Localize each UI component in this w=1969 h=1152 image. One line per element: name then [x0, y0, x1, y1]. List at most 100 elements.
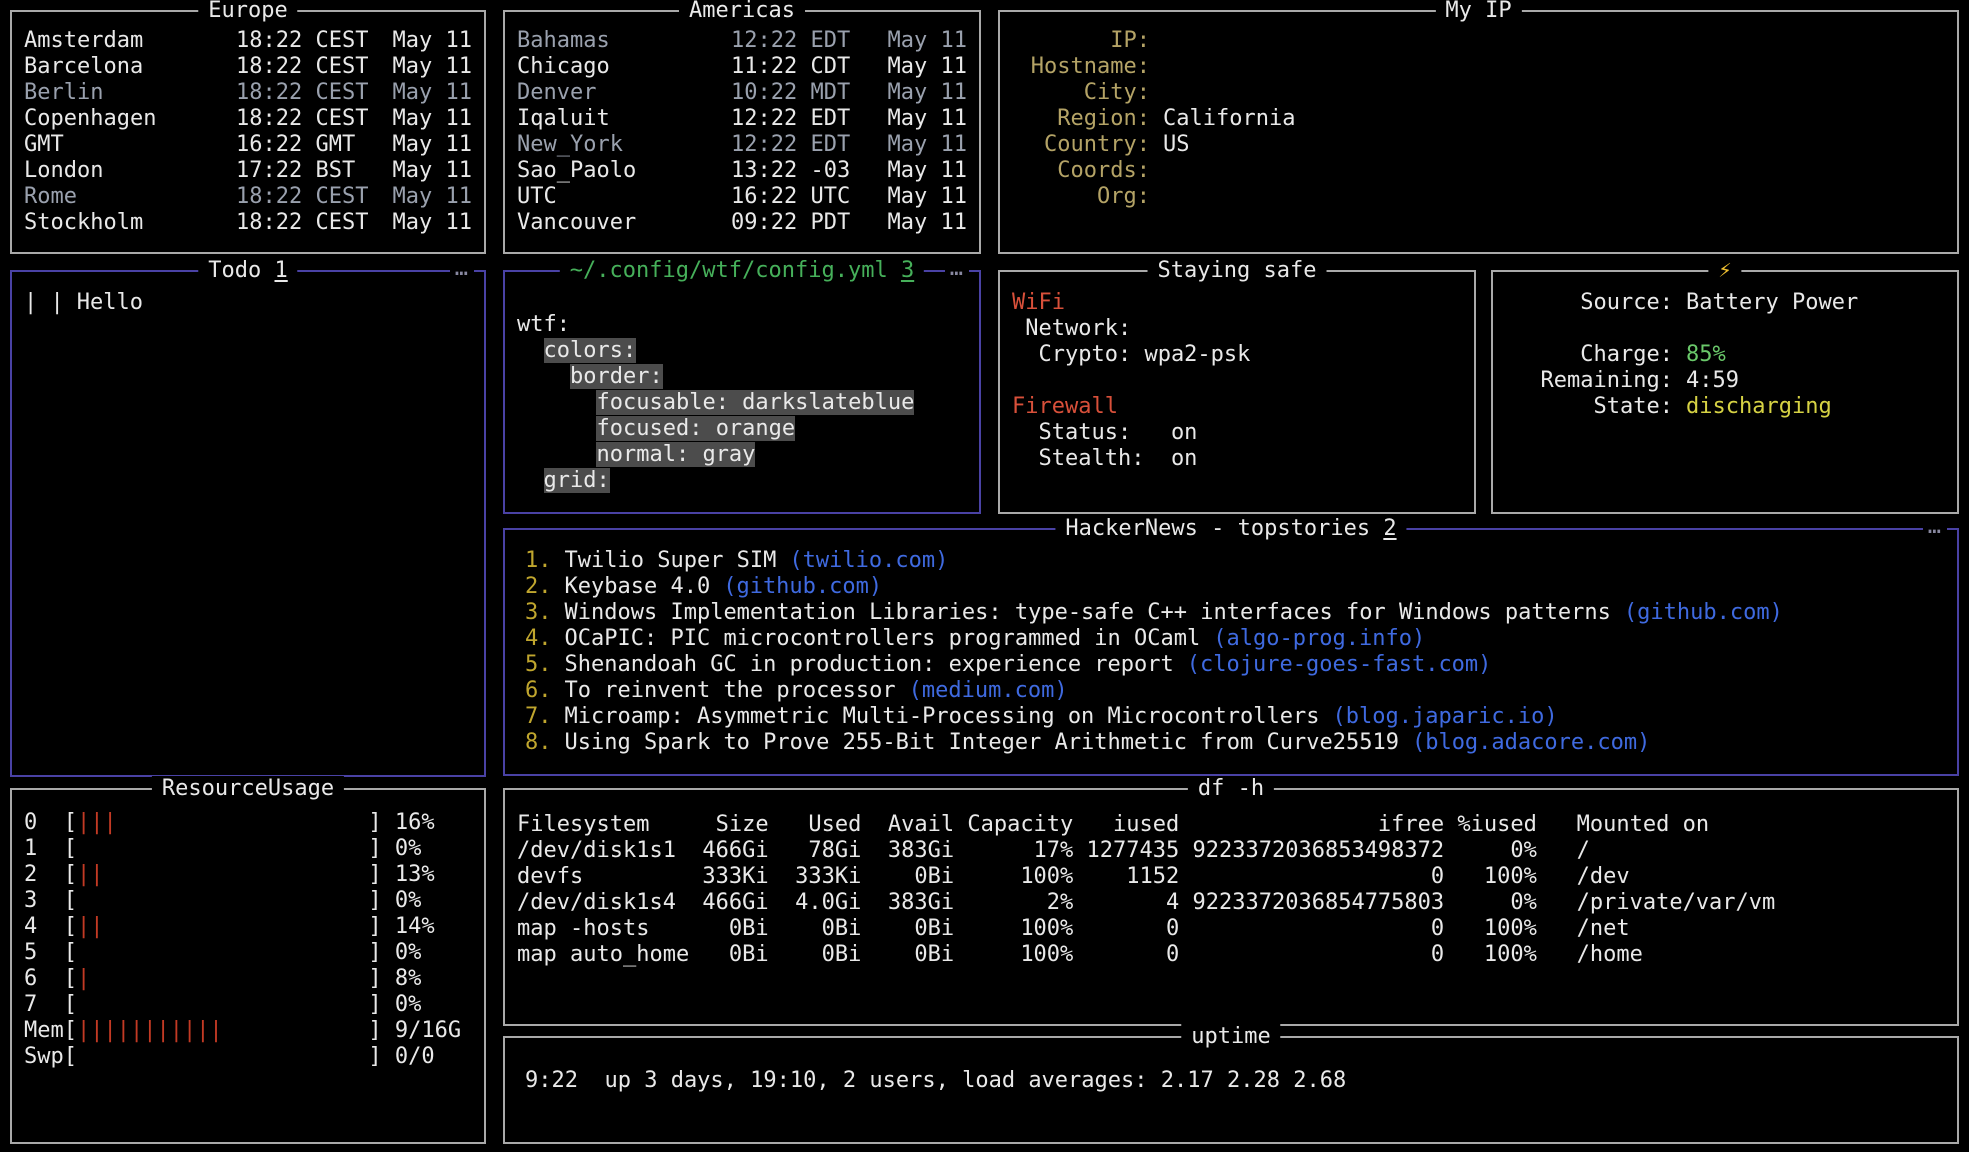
resource-row: Swp[ ] 0/0	[24, 1044, 472, 1070]
usage-bar: ||	[77, 914, 104, 939]
clock-row: London 17:22 BST May 11	[24, 158, 472, 184]
battery-panel-title: ⚡	[1708, 258, 1741, 284]
resource-usage-panel-title: ResourceUsage	[152, 776, 344, 802]
hackernews-story[interactable]: 6.To reinvent the processor(medium.com)	[525, 678, 1945, 704]
todo-item[interactable]: | |Hello	[24, 290, 472, 316]
hackernews-story[interactable]: 1. Twilio Super SIM (twilio.com)	[525, 548, 1945, 574]
story-title[interactable]: Using Spark to Prove 255-Bit Integer Ari…	[565, 730, 1399, 755]
story-rank: 3.	[525, 600, 552, 625]
story-title[interactable]: Twilio Super SIM	[565, 548, 777, 573]
resource-row: 4 [|| ] 14%	[24, 914, 472, 940]
todo-panel-title-text: Todo	[208, 258, 261, 283]
security-line: Firewall	[1012, 394, 1462, 420]
staying-safe-panel-title: Staying safe	[1148, 258, 1327, 284]
config-more-indicator[interactable]: …	[945, 256, 969, 282]
clock-time: 12:22 EDT	[731, 132, 881, 158]
hackernews-story[interactable]: 3. Windows Implementation Libraries: type…	[525, 600, 1945, 626]
clock-time: 09:22 PDT	[731, 210, 881, 236]
story-domain[interactable]: (twilio.com)	[789, 548, 948, 573]
story-domain[interactable]: (algo-prog.info)	[1213, 626, 1425, 651]
wtf-terminal-dashboard: { "colors": { "background": "#000000", "…	[0, 0, 1969, 1152]
usage-bar: |||	[77, 810, 117, 835]
ip-field-row: Org:	[1012, 184, 1945, 210]
clock-time: 16:22 UTC	[731, 184, 881, 210]
clock-row: GMT 16:22 GMT May 11	[24, 132, 472, 158]
config-line: normal: gray	[517, 442, 967, 468]
todo-checkbox[interactable]: | |	[24, 290, 64, 315]
hackernews-story[interactable]: 4.OCaPIC: PIC microcontrollers programme…	[525, 626, 1945, 652]
config-file-path: ~/.config/wtf/config.yml	[570, 258, 888, 283]
df-row: /dev/disk1s1 466Gi 78Gi 383Gi 17% 127743…	[517, 838, 1945, 864]
security-line-text: Stealth: on	[1012, 446, 1197, 471]
df-row: devfs 333Ki 333Ki 0Bi 100% 1152 0 100% /…	[517, 864, 1945, 890]
battery-row-label: Charge:	[1533, 342, 1673, 368]
story-title[interactable]: To reinvent the processor	[565, 678, 896, 703]
story-domain[interactable]: (blog.japaric.io)	[1332, 704, 1557, 729]
story-title[interactable]: Microamp: Asymmetric Multi-Processing on…	[565, 704, 1320, 729]
df-rows: /dev/disk1s1 466Gi 78Gi 383Gi 17% 127743…	[517, 838, 1945, 968]
clock-row: New_York 12:22 EDT May 11	[517, 132, 967, 158]
resource-row: 6 [| ] 8%	[24, 966, 472, 992]
clock-time: 12:22 EDT	[731, 106, 881, 132]
config-line-text: normal: gray	[596, 442, 755, 467]
resource-row-label: 2 [	[24, 862, 77, 887]
staying-safe-panel-title-text: Staying safe	[1158, 258, 1317, 283]
config-line-text: colors:	[544, 338, 637, 363]
clock-date: May 11	[881, 80, 967, 106]
clock-city: Rome	[24, 184, 236, 210]
hackernews-shortcut: 2	[1383, 516, 1396, 541]
story-domain[interactable]: (medium.com)	[909, 678, 1068, 703]
security-line-text: WiFi	[1012, 290, 1065, 315]
hackernews-story-list: 1.Twilio Super SIM(twilio.com) 2.Keybase…	[505, 530, 1957, 764]
resource-row-label: 6 [	[24, 966, 77, 991]
battery-row-label: Remaining:	[1533, 368, 1673, 394]
todo-panel-title: Todo 1	[198, 258, 297, 284]
story-domain[interactable]: (github.com)	[723, 574, 882, 599]
story-title[interactable]: OCaPIC: PIC microcontrollers programmed …	[565, 626, 1201, 651]
todo-panel: Todo 1 … | |Hello	[10, 270, 486, 777]
usage-bar: ||	[77, 862, 104, 887]
story-domain[interactable]: (clojure-goes-fast.com)	[1187, 652, 1492, 677]
hackernews-more-indicator[interactable]: …	[1923, 514, 1947, 540]
security-info: WiFi Network: Crypto: wpa2-psk Firewall …	[1000, 272, 1474, 480]
hackernews-panel-title-text: HackerNews - topstories	[1065, 516, 1370, 541]
security-line-text: Status: on	[1012, 420, 1197, 445]
clock-date: May 11	[881, 158, 967, 184]
clock-time: 18:22 CEST	[236, 28, 386, 54]
uptime-panel-title-text: uptime	[1191, 1024, 1270, 1049]
hackernews-story[interactable]: 7.Microamp: Asymmetric Multi-Processing …	[525, 704, 1945, 730]
clock-date: May 11	[386, 158, 472, 184]
clock-city: Copenhagen	[24, 106, 236, 132]
clock-city: London	[24, 158, 236, 184]
clock-time: 16:22 GMT	[236, 132, 386, 158]
usage-bar: |||||||||||	[77, 1018, 223, 1043]
story-domain[interactable]: (blog.adacore.com)	[1412, 730, 1650, 755]
clock-city: Stockholm	[24, 210, 236, 236]
todo-more-indicator[interactable]: …	[450, 256, 474, 282]
europe-panel-title: Europe	[198, 0, 297, 24]
resource-row-value: ] 0%	[77, 940, 421, 965]
clock-row: Barcelona 18:22 CEST May 11	[24, 54, 472, 80]
ip-field-label: IP:	[1012, 28, 1150, 54]
clock-row: Bahamas 12:22 EDT May 11	[517, 28, 967, 54]
battery-row-value: discharging	[1686, 394, 1832, 420]
story-rank: 1.	[525, 548, 552, 573]
config-line-indent	[517, 416, 596, 441]
clock-city: UTC	[517, 184, 731, 210]
story-title[interactable]: Windows Implementation Libraries: type-s…	[565, 600, 1611, 625]
security-line	[1012, 368, 1462, 394]
battery-row-label	[1533, 316, 1673, 342]
clock-city: Chicago	[517, 54, 731, 80]
story-rank: 8.	[525, 730, 552, 755]
hackernews-story[interactable]: 5.Shenandoah GC in production: experienc…	[525, 652, 1945, 678]
clock-city: New_York	[517, 132, 731, 158]
clock-date: May 11	[386, 106, 472, 132]
story-title[interactable]: Shenandoah GC in production: experience …	[565, 652, 1174, 677]
clock-row: Chicago 11:22 CDT May 11	[517, 54, 967, 80]
config-line: border:	[517, 364, 967, 390]
hackernews-story[interactable]: 2.Keybase 4.0(github.com)	[525, 574, 1945, 600]
config-line-text: focusable: darkslateblue	[596, 390, 914, 415]
hackernews-story[interactable]: 8. Using Spark to Prove 255-Bit Integer A…	[525, 730, 1945, 756]
story-domain[interactable]: (github.com)	[1624, 600, 1783, 625]
story-title[interactable]: Keybase 4.0	[565, 574, 711, 599]
